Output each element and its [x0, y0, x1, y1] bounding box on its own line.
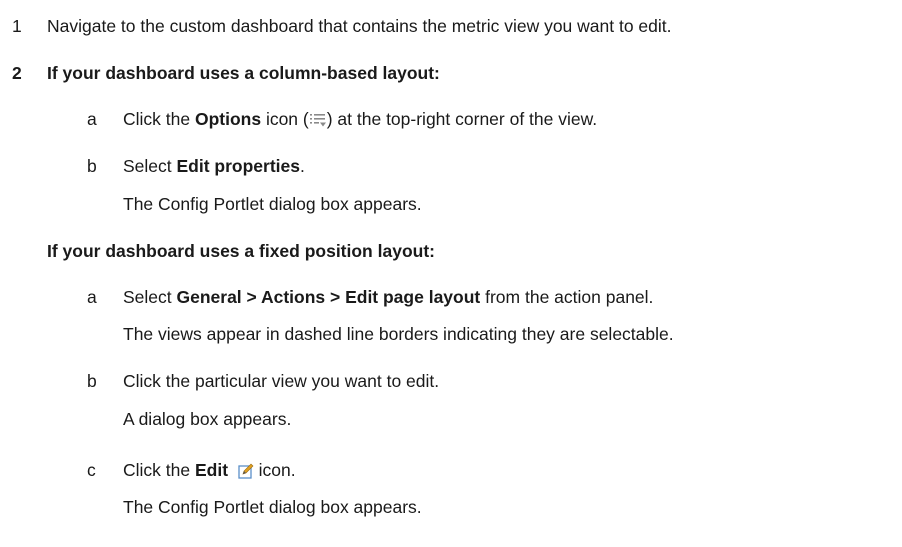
- substep-letter: a: [87, 109, 97, 129]
- substep-text: Select Edit properties.: [123, 156, 305, 176]
- substep-result: The Config Portlet dialog box appears.: [123, 194, 422, 214]
- step-number: 1: [12, 16, 22, 36]
- options-icon: [309, 111, 327, 133]
- substep-text: Select General > Actions > Edit page lay…: [123, 287, 654, 307]
- substep-letter: b: [87, 371, 97, 391]
- substep-result: A dialog box appears.: [123, 409, 292, 429]
- column-layout-heading: If your dashboard uses a column-based la…: [47, 63, 440, 83]
- step-number: 2: [12, 63, 22, 83]
- substep-text: Click the Edit icon.: [123, 459, 296, 484]
- substep-text: Click the Options icon () at the top-rig…: [123, 108, 597, 133]
- substep-letter: a: [87, 287, 97, 307]
- edit-icon: [238, 462, 254, 484]
- step-text: Navigate to the custom dashboard that co…: [47, 16, 672, 36]
- substep-letter: b: [87, 156, 97, 176]
- substep-letter: c: [87, 460, 96, 480]
- fixed-layout-heading: If your dashboard uses a fixed position …: [47, 241, 435, 261]
- substep-result: The views appear in dashed line borders …: [123, 324, 674, 344]
- substep-text: Click the particular view you want to ed…: [123, 371, 440, 391]
- substep-result: The Config Portlet dialog box appears.: [123, 497, 422, 517]
